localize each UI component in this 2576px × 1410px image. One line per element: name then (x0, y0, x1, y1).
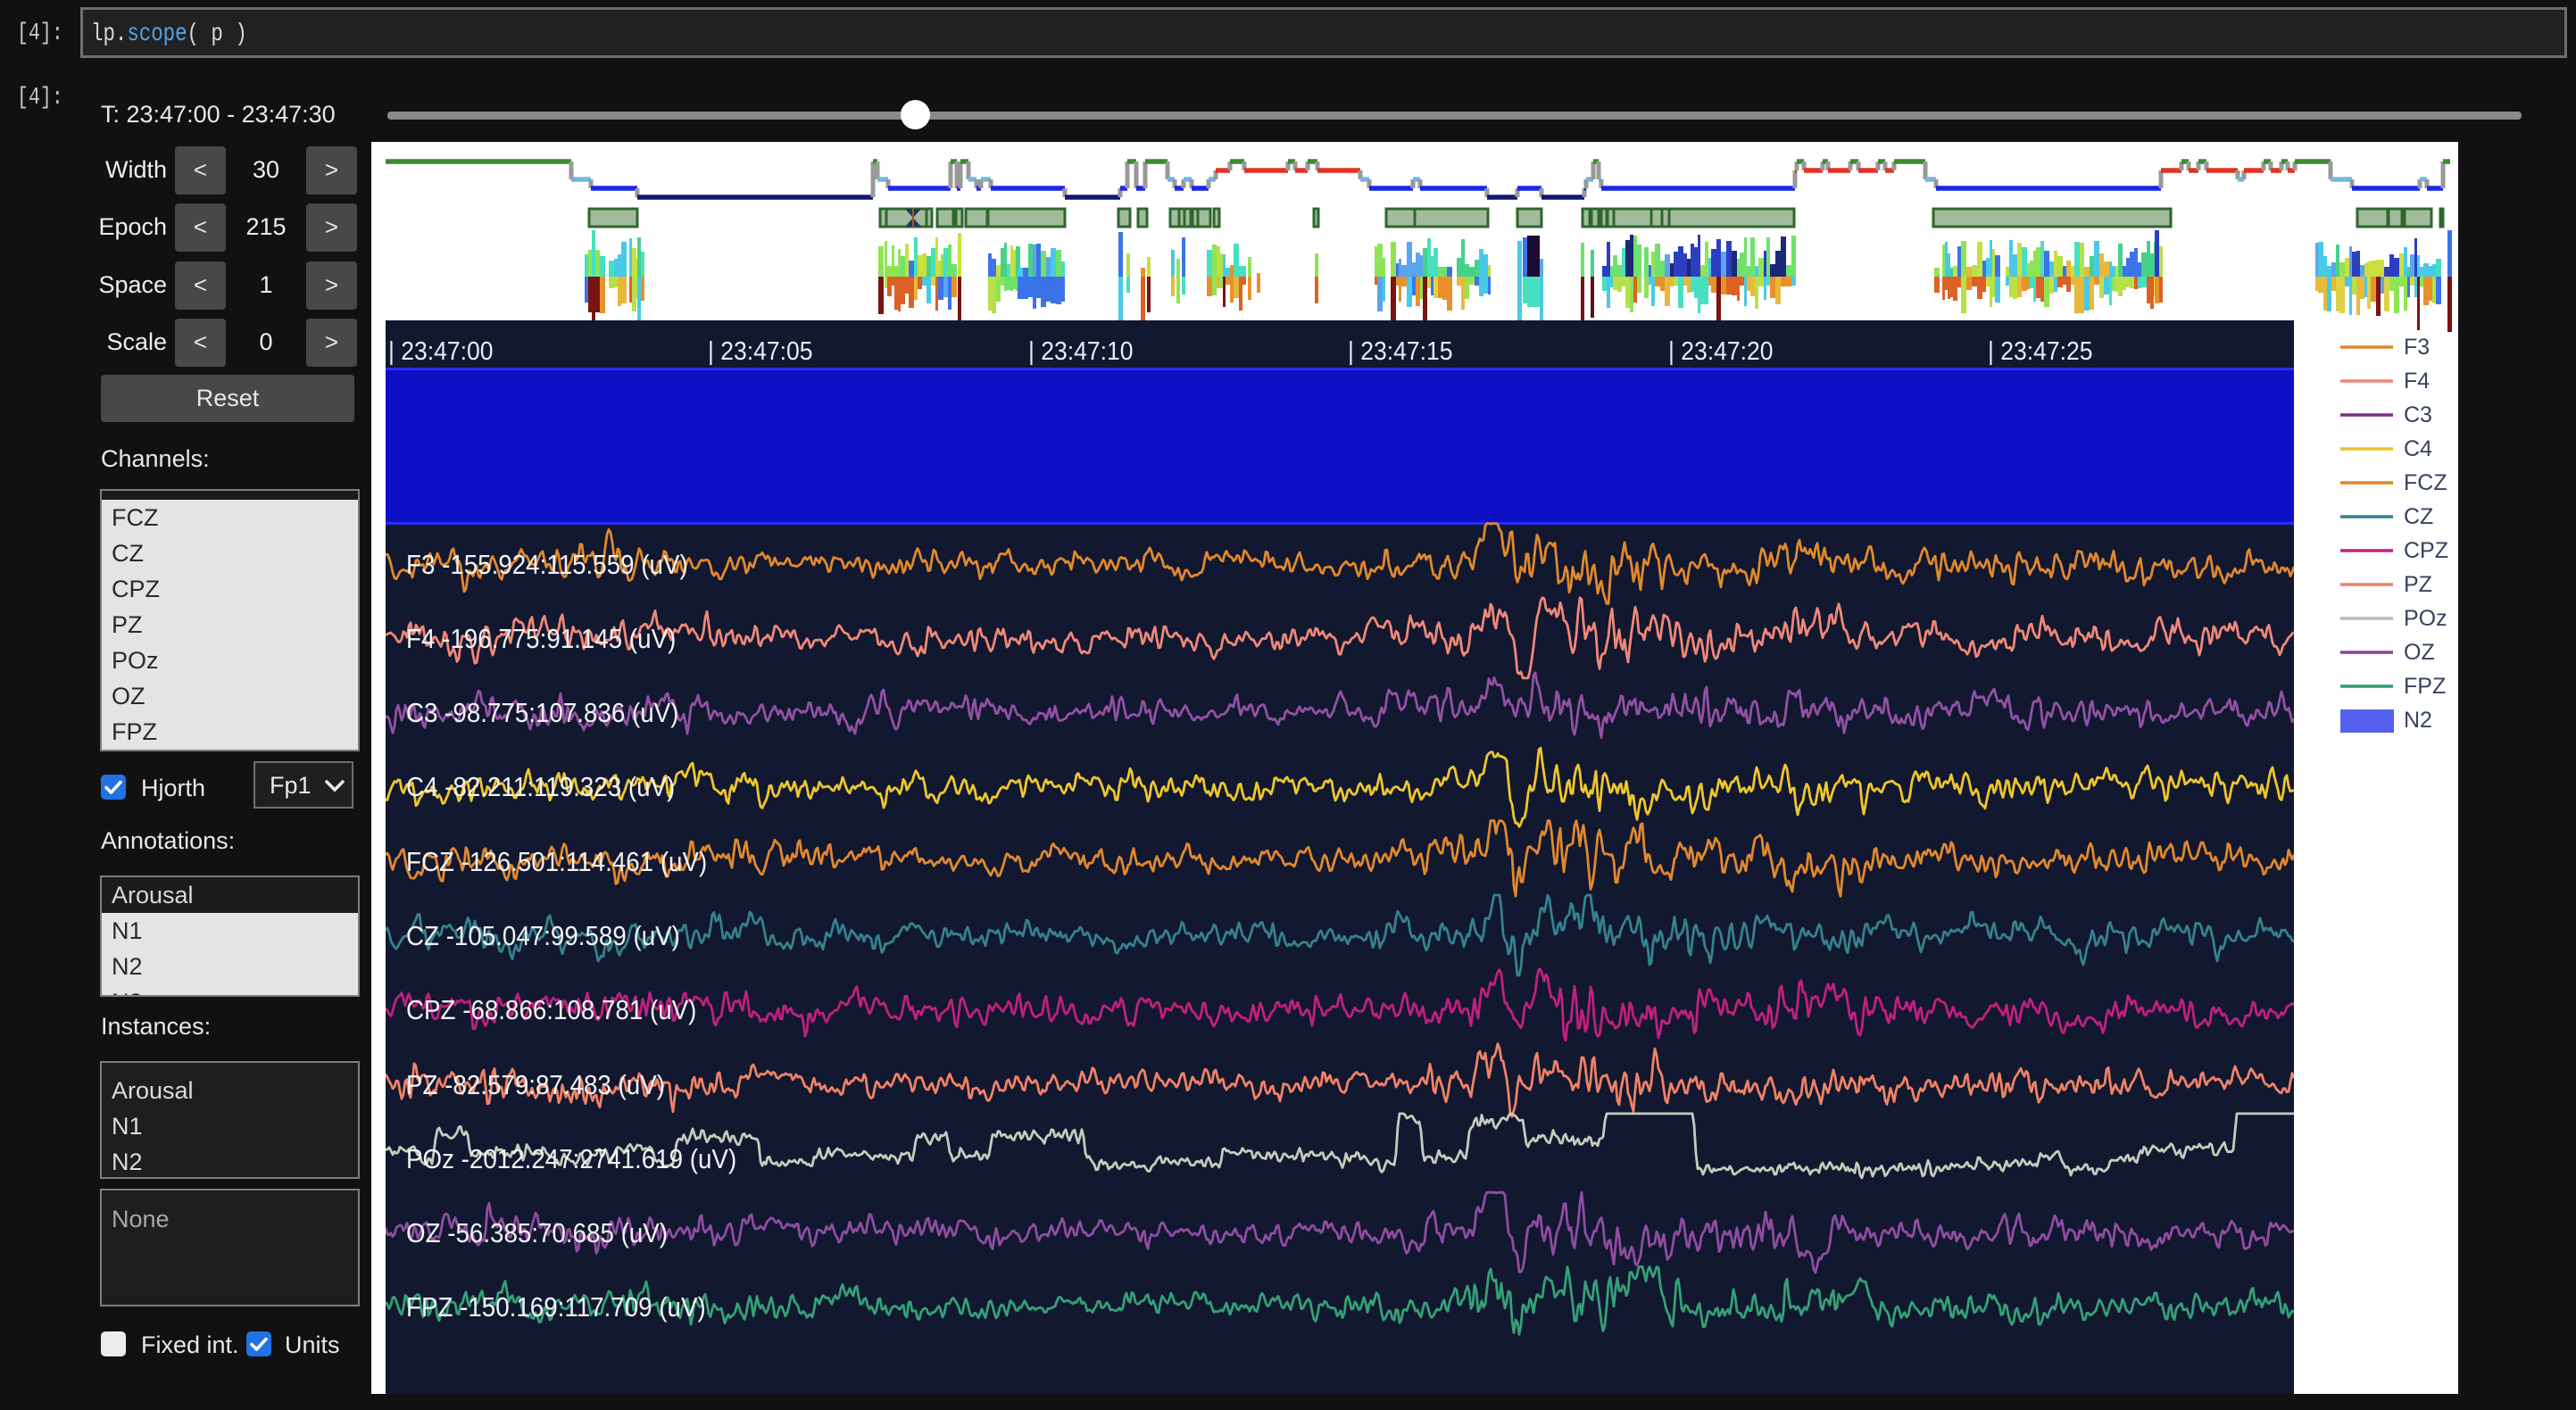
svg-text:F3: F3 (2404, 335, 2430, 360)
svg-text:CPZ: CPZ (2404, 538, 2448, 563)
svg-text:OZ: OZ (2404, 640, 2435, 665)
svg-text:POz: POz (2404, 606, 2447, 631)
svg-text:PZ: PZ (2404, 572, 2432, 597)
svg-text:F4: F4 (2404, 369, 2430, 394)
svg-text:C4: C4 (2404, 436, 2432, 461)
svg-text:FCZ: FCZ (2404, 470, 2447, 495)
svg-text:CZ: CZ (2404, 504, 2433, 529)
svg-text:C3: C3 (2404, 402, 2432, 427)
svg-text:FPZ: FPZ (2404, 674, 2446, 699)
svg-text:N2: N2 (2404, 708, 2432, 733)
